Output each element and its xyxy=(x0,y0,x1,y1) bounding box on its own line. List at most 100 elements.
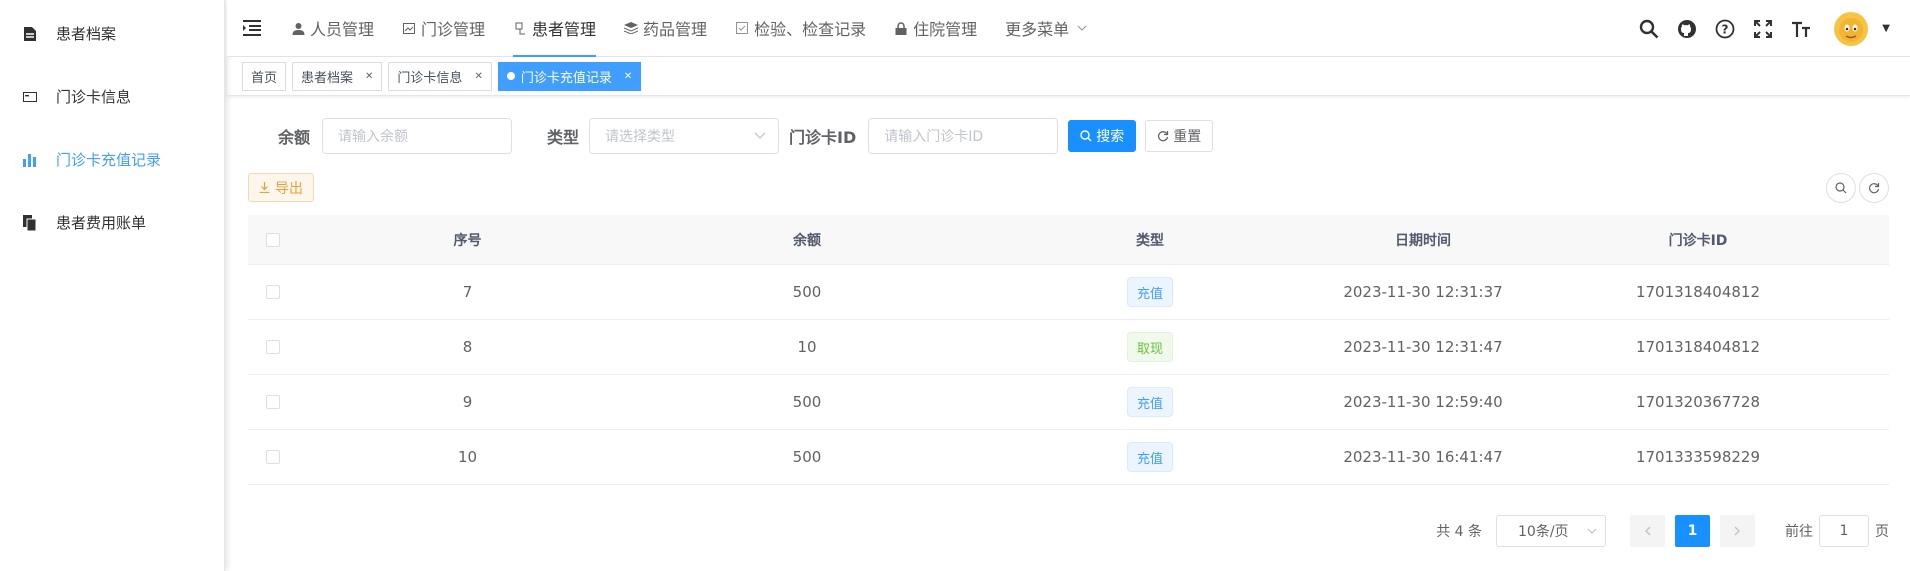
page-size-value: 10条/页 xyxy=(1518,524,1569,540)
menu-item-staff[interactable]: 人员管理 xyxy=(277,0,388,57)
row-checkbox[interactable] xyxy=(266,395,280,409)
prev-page-button[interactable] xyxy=(1630,515,1665,547)
chevron-down-icon xyxy=(1587,528,1597,535)
menu-item-label: 住院管理 xyxy=(913,20,978,39)
search-button[interactable]: 搜索 xyxy=(1068,120,1137,152)
bar-chart-icon xyxy=(22,152,38,168)
refresh-icon xyxy=(1868,182,1880,194)
tag-home[interactable]: 首页 xyxy=(242,61,287,91)
table-row[interactable]: 8 10 取现 2023-11-30 12:31:47 170131840481… xyxy=(248,320,1889,375)
svg-text:?: ? xyxy=(1722,22,1729,36)
row-checkbox[interactable] xyxy=(266,340,280,354)
sidebar-item-card-recharge-records[interactable]: 门诊卡充值记录 xyxy=(0,128,224,191)
select-all-checkbox[interactable] xyxy=(266,232,280,247)
github-icon[interactable] xyxy=(1668,0,1706,57)
menu-item-patients[interactable]: 患者管理 xyxy=(499,0,610,57)
row-checkbox[interactable] xyxy=(266,450,280,464)
card-id-label: 门诊卡ID xyxy=(789,128,857,147)
table-row[interactable]: 9 500 充值 2023-11-30 12:59:40 17013203677… xyxy=(248,375,1889,430)
card-id-placeholder: 请输入门诊卡ID xyxy=(884,129,984,145)
active-dot-icon xyxy=(506,72,515,80)
medicine-icon xyxy=(624,21,639,35)
menu-item-clinic[interactable]: 门诊管理 xyxy=(388,0,499,57)
main-content: 余额 请输入余额 类型 请选择类型 门诊卡ID 请输入门诊卡ID 搜索 重置 导… xyxy=(227,97,1910,571)
balance-label: 余额 xyxy=(278,128,311,147)
font-size-icon[interactable] xyxy=(1782,0,1820,57)
search-icon xyxy=(1835,182,1847,194)
tag-card-info[interactable]: 门诊卡信息 ✕ xyxy=(388,61,492,91)
export-button[interactable]: 导出 xyxy=(248,173,314,202)
fullscreen-icon[interactable] xyxy=(1744,0,1782,57)
goto-page-input[interactable]: 1 xyxy=(1819,515,1869,547)
header-card-id[interactable]: 门诊卡ID xyxy=(1523,230,1873,250)
balance-input[interactable]: 请输入余额 xyxy=(322,118,513,154)
export-button-label: 导出 xyxy=(275,180,303,197)
page-suffix: 页 xyxy=(1875,524,1889,540)
menu-item-label: 患者管理 xyxy=(532,20,597,39)
page-size-select[interactable]: 10条/页 xyxy=(1496,515,1606,547)
close-icon[interactable]: ✕ xyxy=(474,71,482,82)
caret-down-icon[interactable]: ▼ xyxy=(1882,23,1890,34)
cell-index: 9 xyxy=(462,393,473,411)
table-toolbar: 导出 xyxy=(248,173,1889,205)
menu-item-more[interactable]: 更多菜单 xyxy=(991,0,1101,57)
type-badge: 取现 xyxy=(1126,332,1173,362)
cell-index: 8 xyxy=(462,338,473,356)
header-balance[interactable]: 余额 xyxy=(637,230,977,250)
tag-patient-records[interactable]: 患者档案 ✕ xyxy=(292,61,383,91)
cell-datetime: 2023-11-30 12:59:40 xyxy=(1343,393,1503,411)
sidebar-item-patient-bills[interactable]: 患者费用账单 xyxy=(0,191,224,254)
menu-item-label: 门诊管理 xyxy=(421,20,486,39)
table-row[interactable]: 7 500 充值 2023-11-30 12:31:37 17013184048… xyxy=(248,265,1889,320)
bill-icon xyxy=(22,214,38,231)
cell-balance: 10 xyxy=(797,338,817,356)
next-page-button[interactable] xyxy=(1720,515,1755,547)
menu-item-inspection[interactable]: 检验、检查记录 xyxy=(721,0,880,57)
header-index[interactable]: 序号 xyxy=(298,230,637,250)
avatar[interactable] xyxy=(1834,11,1869,46)
top-navbar: 人员管理 门诊管理 患者管理 药品管理 检验、检查记录 住院管理 更多菜单 ? … xyxy=(227,0,1910,57)
menu-item-label: 检验、检查记录 xyxy=(754,20,867,39)
row-checkbox[interactable] xyxy=(266,285,280,299)
sidebar-item-label: 门诊卡充值记录 xyxy=(56,151,162,169)
close-icon[interactable]: ✕ xyxy=(624,71,632,82)
header-type[interactable]: 类型 xyxy=(977,230,1323,250)
menu-item-label: 人员管理 xyxy=(310,20,375,39)
cell-card-id: 1701318404812 xyxy=(1635,338,1761,356)
close-icon[interactable]: ✕ xyxy=(365,71,373,82)
reset-button[interactable]: 重置 xyxy=(1145,120,1214,152)
tag-card-recharge-records[interactable]: 门诊卡充值记录 ✕ xyxy=(497,61,642,91)
card-icon xyxy=(22,89,38,105)
cell-index: 10 xyxy=(457,448,478,466)
sidebar-item-patient-records[interactable]: 患者档案 xyxy=(0,2,224,65)
sidebar-item-card-info[interactable]: 门诊卡信息 xyxy=(0,65,224,128)
sidebar-item-label: 患者费用账单 xyxy=(56,214,147,232)
menu-item-label: 药品管理 xyxy=(643,20,708,39)
hamburger-icon[interactable] xyxy=(227,0,277,57)
table-row[interactable]: 10 500 充值 2023-11-30 16:41:47 1701333598… xyxy=(248,430,1889,485)
show-search-toggle[interactable] xyxy=(1826,173,1856,203)
tag-label: 门诊卡信息 xyxy=(397,70,463,86)
type-badge: 充值 xyxy=(1126,442,1173,472)
page-number-button[interactable]: 1 xyxy=(1675,515,1710,547)
pagination-total: 共 4 条 xyxy=(1436,524,1482,540)
header-datetime[interactable]: 日期时间 xyxy=(1323,230,1523,250)
type-badge: 充值 xyxy=(1126,277,1173,307)
cell-balance: 500 xyxy=(792,448,822,466)
help-icon[interactable]: ? xyxy=(1706,0,1744,57)
sidebar-item-label: 患者档案 xyxy=(56,25,117,43)
document-icon xyxy=(22,26,38,42)
type-select[interactable]: 请选择类型 xyxy=(589,118,780,154)
search-icon[interactable] xyxy=(1630,0,1668,57)
refresh-button[interactable] xyxy=(1859,173,1889,203)
pagination: 共 4 条 10条/页 1 前往 1 页 xyxy=(1436,515,1889,547)
menu-item-medicine[interactable]: 药品管理 xyxy=(610,0,721,57)
cell-datetime: 2023-11-30 16:41:47 xyxy=(1343,448,1503,466)
card-id-input[interactable]: 请输入门诊卡ID xyxy=(868,118,1059,154)
tag-label: 患者档案 xyxy=(301,70,354,86)
search-icon xyxy=(1080,130,1092,142)
cell-datetime: 2023-11-30 12:31:37 xyxy=(1343,283,1503,301)
menu-item-inpatient[interactable]: 住院管理 xyxy=(880,0,991,57)
user-icon xyxy=(291,21,305,35)
page-jumper: 前往 1 页 xyxy=(1785,515,1889,547)
